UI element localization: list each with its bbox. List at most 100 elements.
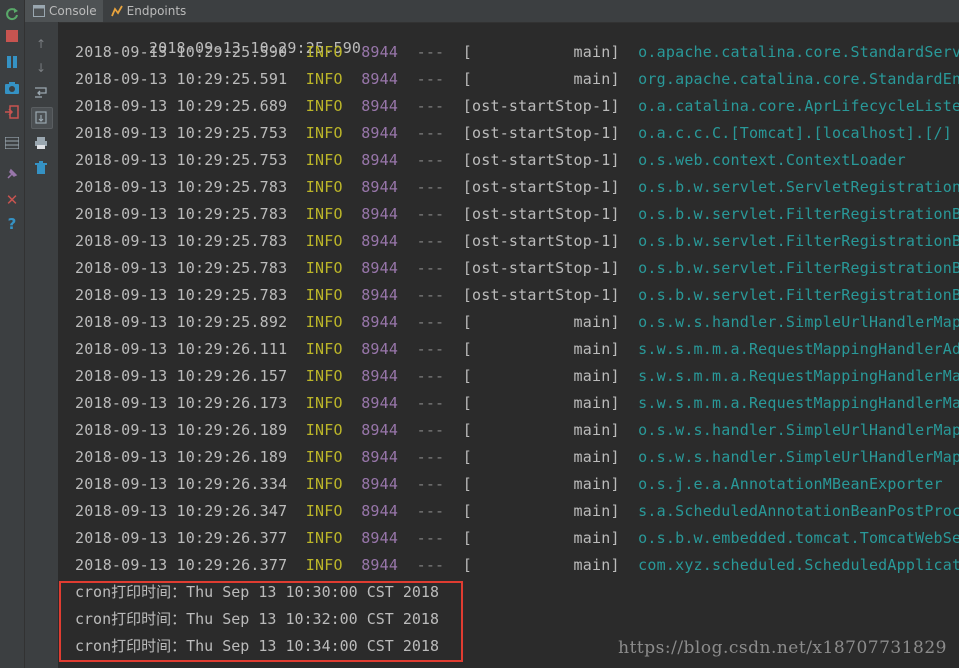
pin-icon[interactable] xyxy=(2,164,22,184)
log-pid: 8944 xyxy=(361,178,399,196)
log-level: INFO xyxy=(305,475,343,493)
camera-icon[interactable] xyxy=(2,78,22,98)
log-logger: o.a.c.c.C.[Tomcat].[localhost].[/] xyxy=(638,124,953,142)
log-thread: [ main] xyxy=(462,367,620,385)
log-pid: 8944 xyxy=(361,448,399,466)
log-pid: 8944 xyxy=(361,259,399,277)
log-date: 2018-09-13 10:29:26.377 xyxy=(75,556,288,574)
log-pid: 8944 xyxy=(361,205,399,223)
trash-icon[interactable] xyxy=(31,158,51,178)
soft-wrap-icon[interactable] xyxy=(31,82,51,102)
log-separator: --- xyxy=(416,556,445,574)
log-separator: --- xyxy=(416,205,445,223)
log-level: INFO xyxy=(305,205,343,223)
log-separator: --- xyxy=(416,394,445,412)
log-level: INFO xyxy=(305,367,343,385)
run-tool-window: ✕ ? Console Endpoints ↑ ↓ 2018-09-13 10:… xyxy=(0,0,959,668)
log-thread: [ main] xyxy=(462,529,620,547)
log-line: 2018-09-13 10:29:26.111 INFO 8944 --- [ … xyxy=(75,336,959,363)
log-level: INFO xyxy=(305,421,343,439)
log-separator: --- xyxy=(416,178,445,196)
log-line: 2018-09-13 10:29:26.173 INFO 8944 --- [ … xyxy=(75,390,959,417)
log-logger: o.apache.catalina.core.StandardService xyxy=(638,43,959,61)
scroll-down-icon[interactable]: ↓ xyxy=(31,58,51,78)
log-separator: --- xyxy=(416,367,445,385)
log-logger: o.s.b.w.servlet.FilterRegistrationBean xyxy=(638,232,959,250)
cron-line: cron打印时间：Thu Sep 13 10:30:00 CST 2018 xyxy=(75,583,439,601)
log-pid: 8944 xyxy=(361,394,399,412)
endpoints-icon xyxy=(110,5,123,17)
log-date: 2018-09-13 10:29:25.783 xyxy=(75,205,288,223)
log-date: 2018-09-13 10:29:26.157 xyxy=(75,367,288,385)
scroll-to-end-icon[interactable] xyxy=(31,107,53,129)
tab-label: Console xyxy=(49,4,97,18)
log-line: 2018-09-13 10:29:25.783 INFO 8944 --- [o… xyxy=(75,228,959,255)
log-logger: s.w.s.m.m.a.RequestMappingHandlerMapping xyxy=(638,394,959,412)
log-thread: [ main] xyxy=(462,475,620,493)
log-line: 2018-09-13 10:29:25.783 INFO 8944 --- [o… xyxy=(75,174,959,201)
log-level: INFO xyxy=(305,124,343,142)
scroll-up-icon[interactable]: ↑ xyxy=(31,34,51,54)
log-pid: 8944 xyxy=(361,97,399,115)
log-logger: o.s.web.context.ContextLoader xyxy=(638,151,906,169)
log-pid: 8944 xyxy=(361,475,399,493)
log-level: INFO xyxy=(305,556,343,574)
tab-bar: Console Endpoints xyxy=(25,0,959,23)
log-line: 2018-09-13 10:29:25.783 INFO 8944 --- [o… xyxy=(75,255,959,282)
log-thread: [ost-startStop-1] xyxy=(462,151,620,169)
print-icon[interactable] xyxy=(31,133,51,153)
log-separator: --- xyxy=(416,421,445,439)
log-logger: org.apache.catalina.core.StandardEngine xyxy=(638,70,959,88)
log-logger: s.w.s.m.m.a.RequestMappingHandlerAdapter xyxy=(638,340,959,358)
log-level: INFO xyxy=(305,313,343,331)
log-logger: o.s.b.w.servlet.FilterRegistrationBean xyxy=(638,205,959,223)
layout-icon[interactable] xyxy=(2,133,22,153)
log-level: INFO xyxy=(305,502,343,520)
log-separator: --- xyxy=(416,529,445,547)
log-level: INFO xyxy=(305,340,343,358)
log-date: 2018-09-13 10:29:25.783 xyxy=(75,232,288,250)
log-thread: [ main] xyxy=(462,556,620,574)
close-icon[interactable]: ✕ xyxy=(2,190,22,210)
stop-icon[interactable] xyxy=(2,26,22,46)
run-toolbar: ✕ ? xyxy=(0,0,25,668)
log-level: INFO xyxy=(305,178,343,196)
log-line: 2018-09-13 10:29:26.347 INFO 8944 --- [ … xyxy=(75,498,959,525)
log-thread: [ main] xyxy=(462,43,620,61)
log-pid: 8944 xyxy=(361,340,399,358)
log-date: 2018-09-13 10:29:25.591 xyxy=(75,70,288,88)
log-date: 2018-09-13 10:29:25.892 xyxy=(75,313,288,331)
tab-label: Endpoints xyxy=(126,4,187,18)
tab-endpoints[interactable]: Endpoints xyxy=(103,0,193,22)
log-thread: [ main] xyxy=(462,421,620,439)
log-separator: --- xyxy=(416,232,445,250)
help-icon[interactable]: ? xyxy=(2,214,22,234)
log-pid: 8944 xyxy=(361,421,399,439)
log-line: 2018-09-13 10:29:25.590 INFO 8944 --- [ … xyxy=(75,39,959,66)
cron-line: cron打印时间：Thu Sep 13 10:34:00 CST 2018 xyxy=(75,637,439,655)
log-thread: [ost-startStop-1] xyxy=(462,286,620,304)
log-line: 2018-09-13 10:29:25.783 INFO 8944 --- [o… xyxy=(75,282,959,309)
log-line: 2018-09-13 10:29:26.334 INFO 8944 --- [ … xyxy=(75,471,943,498)
log-logger: o.s.b.w.embedded.tomcat.TomcatWebServer xyxy=(638,529,959,547)
rerun-icon[interactable] xyxy=(2,4,22,24)
pause-icon[interactable] xyxy=(2,52,22,72)
log-thread: [ost-startStop-1] xyxy=(462,124,620,142)
watermark: https://blog.csdn.net/x18707731829 xyxy=(618,638,947,658)
log-date: 2018-09-13 10:29:26.189 xyxy=(75,448,288,466)
log-pid: 8944 xyxy=(361,151,399,169)
log-pid: 8944 xyxy=(361,124,399,142)
log-separator: --- xyxy=(416,448,445,466)
log-logger: o.s.w.s.handler.SimpleUrlHandlerMapping xyxy=(638,313,959,331)
tab-console[interactable]: Console xyxy=(25,0,103,22)
console-output[interactable]: 2018-09-13 10:29:25.590 2018-09-13 10:29… xyxy=(59,22,959,668)
log-date: 2018-09-13 10:29:26.347 xyxy=(75,502,288,520)
log-logger: s.a.ScheduledAnnotationBeanPostProcessor xyxy=(638,502,959,520)
log-thread: [ost-startStop-1] xyxy=(462,232,620,250)
log-level: INFO xyxy=(305,232,343,250)
log-date: 2018-09-13 10:29:25.590 xyxy=(75,43,288,61)
exit-icon[interactable] xyxy=(2,102,22,122)
log-logger: o.a.catalina.core.AprLifecycleListener xyxy=(638,97,959,115)
log-separator: --- xyxy=(416,70,445,88)
log-pid: 8944 xyxy=(361,70,399,88)
